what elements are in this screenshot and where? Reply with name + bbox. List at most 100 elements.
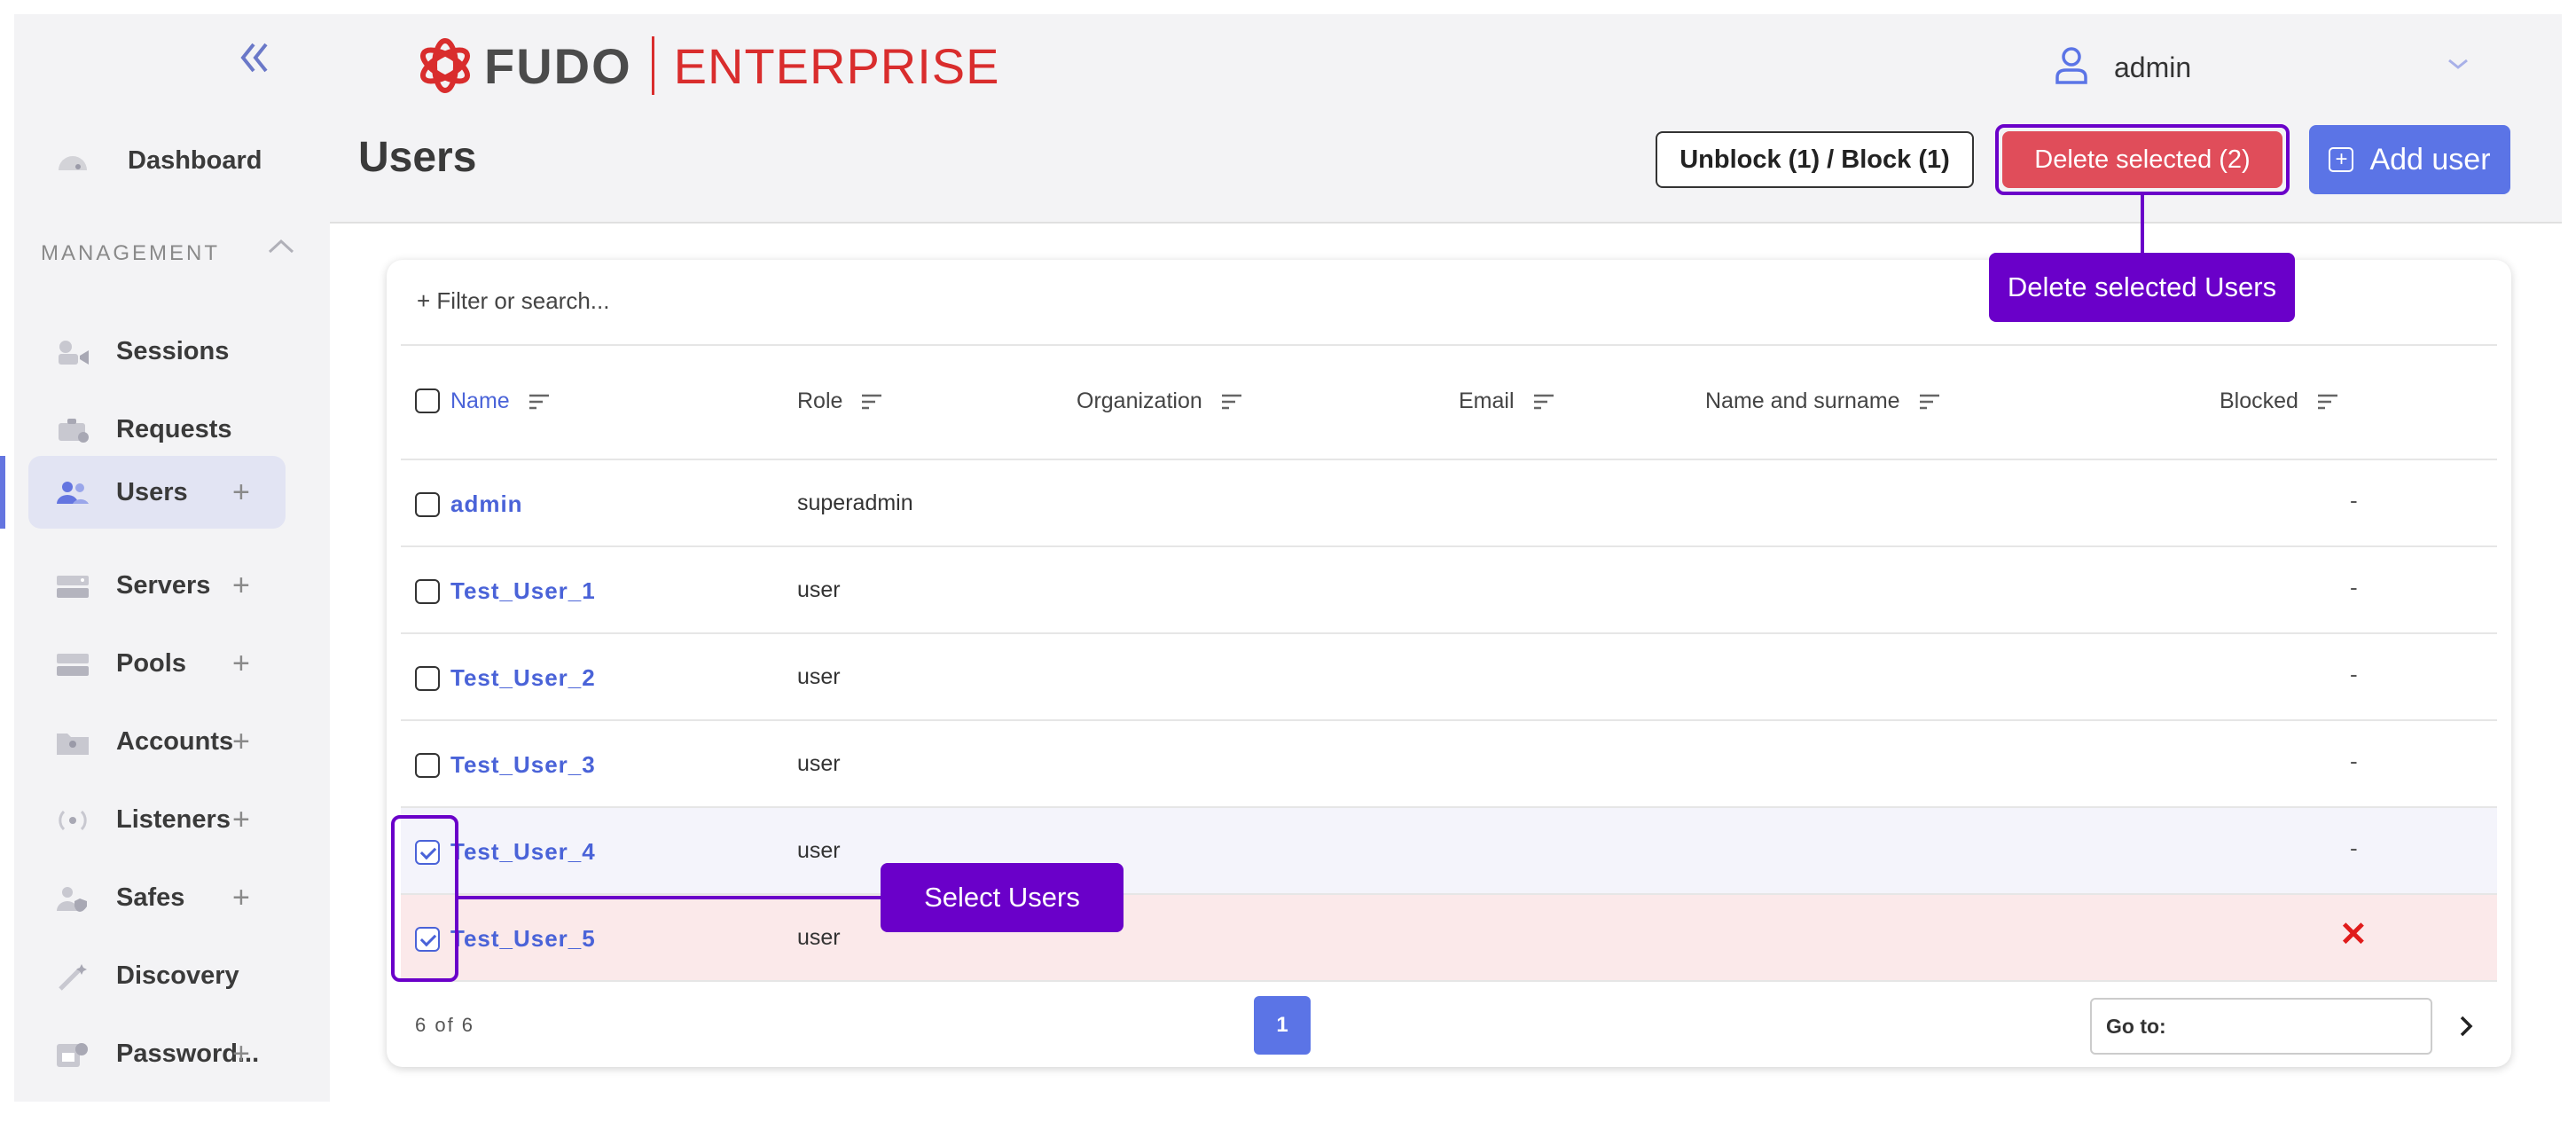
chevron-down-icon: [2446, 55, 2470, 77]
column-header-role[interactable]: Role: [797, 388, 883, 414]
table-row[interactable]: Test_User_2 user -: [401, 634, 2497, 721]
user-menu[interactable]: admin: [2054, 43, 2470, 92]
sidebar-item-pools[interactable]: Pools +: [28, 627, 286, 700]
unblock-block-button[interactable]: Unblock (1) / Block (1): [1656, 131, 1974, 188]
column-header-name-surname[interactable]: Name and surname: [1705, 388, 1941, 414]
username: admin: [2114, 51, 2192, 83]
select-all-checkbox[interactable]: [415, 388, 440, 413]
sidebar-item-label: Servers: [116, 570, 211, 600]
sort-icon: [862, 394, 882, 409]
user-name-link[interactable]: Test_User_5: [450, 925, 596, 953]
add-user-plus-icon[interactable]: +: [232, 475, 250, 510]
column-header-blocked[interactable]: Blocked: [2220, 388, 2339, 414]
row-checkbox[interactable]: [415, 492, 440, 517]
sidebar-item-discovery[interactable]: Discovery: [28, 939, 286, 1012]
sidebar-item-sessions[interactable]: Sessions: [28, 315, 286, 388]
user-name-link[interactable]: admin: [450, 490, 523, 518]
table-row[interactable]: admin superadmin -: [401, 460, 2497, 547]
row-checkbox[interactable]: [415, 579, 440, 604]
sidebar-item-label: Requests: [116, 414, 232, 443]
filter-search-input[interactable]: + Filter or search...: [417, 287, 609, 315]
sidebar-item-users[interactable]: Users +: [28, 456, 286, 529]
column-label: Name and surname: [1705, 388, 1900, 413]
sort-icon: [529, 394, 549, 409]
sidebar-item-label: Discovery: [116, 961, 239, 990]
sort-icon: [2317, 394, 2337, 409]
sidebar-item-label: Sessions: [116, 336, 230, 365]
table-row[interactable]: Test_User_1 user -: [401, 547, 2497, 634]
sidebar-item-dashboard[interactable]: Dashboard: [28, 124, 286, 197]
annotation-select-users: Select Users: [881, 863, 1124, 932]
discovery-icon: [55, 962, 90, 991]
add-user-button[interactable]: + Add user: [2309, 125, 2510, 194]
add-server-plus-icon[interactable]: +: [232, 569, 250, 603]
column-header-email[interactable]: Email: [1459, 388, 1555, 414]
blocked-status: -: [2350, 748, 2358, 774]
sidebar-item-label: Safes: [116, 883, 185, 912]
result-count: 6 of 6: [415, 1014, 475, 1036]
blocked-status: -: [2350, 835, 2358, 861]
sort-icon: [1533, 394, 1554, 409]
sidebar-item-label: Pools: [116, 648, 186, 678]
sessions-icon: [55, 338, 90, 366]
column-header-name[interactable]: Name: [450, 388, 551, 414]
sidebar-item-accounts[interactable]: Accounts +: [28, 705, 286, 778]
row-checkbox[interactable]: [415, 666, 440, 691]
table-row[interactable]: Test_User_3 user -: [401, 721, 2497, 808]
annotation-connector: [457, 896, 881, 899]
chevron-up-icon[interactable]: [266, 236, 296, 257]
pools-icon: [55, 650, 90, 679]
column-label: Email: [1459, 388, 1515, 413]
user-name-link[interactable]: Test_User_4: [450, 838, 596, 866]
sidebar-item-safes[interactable]: Safes +: [28, 861, 286, 934]
sort-icon: [1221, 394, 1241, 409]
user-name-link[interactable]: Test_User_1: [450, 577, 596, 605]
add-user-label: Add user: [2369, 142, 2491, 177]
sidebar-item-requests[interactable]: Requests: [28, 393, 286, 466]
blocked-x-icon: ✕: [2339, 916, 2368, 953]
page-title: Users: [358, 134, 477, 181]
row-checkbox[interactable]: [415, 753, 440, 778]
active-indicator: [0, 456, 5, 529]
divider: [401, 344, 2497, 346]
plus-square-icon: +: [2329, 147, 2354, 172]
chevron-right-icon[interactable]: [2451, 1007, 2481, 1046]
add-account-plus-icon[interactable]: +: [232, 725, 250, 759]
user-avatar-icon: [2054, 45, 2089, 90]
sidebar-item-password[interactable]: Password... +: [28, 1017, 286, 1090]
column-label: Name: [450, 388, 510, 413]
requests-icon: [55, 416, 90, 444]
user-name-link[interactable]: Test_User_2: [450, 664, 596, 692]
delete-highlight-frame: [1995, 124, 2290, 195]
sidebar-item-label: Accounts: [116, 726, 234, 756]
user-role: superadmin: [797, 490, 913, 515]
brand-name: FUDO: [484, 37, 632, 94]
fudo-logo-icon: [420, 38, 470, 93]
brand-logo: FUDO ENTERPRISE: [415, 34, 1000, 98]
users-icon: [55, 479, 90, 507]
user-role: user: [797, 838, 841, 863]
table-row[interactable]: Test_User_5 user ✕: [401, 895, 2497, 982]
dashboard-icon: [55, 147, 90, 176]
sidebar-item-label: Users: [116, 477, 188, 506]
add-safe-plus-icon[interactable]: +: [232, 881, 250, 915]
add-pool-plus-icon[interactable]: +: [232, 647, 250, 681]
sidebar-item-label: Dashboard: [128, 145, 262, 175]
table-row[interactable]: Test_User_4 user -: [401, 808, 2497, 895]
password-icon: [55, 1040, 90, 1069]
annotation-delete-users: Delete selected Users: [1989, 253, 2295, 322]
column-header-organization[interactable]: Organization: [1077, 388, 1243, 414]
sidebar-item-listeners[interactable]: Listeners +: [28, 783, 286, 856]
blocked-status: -: [2350, 487, 2358, 514]
page-1-button[interactable]: 1: [1254, 996, 1311, 1055]
user-role: user: [797, 577, 841, 602]
listeners-icon: [55, 806, 90, 835]
goto-page-input[interactable]: Go to:: [2090, 998, 2432, 1055]
annotation-connector: [2141, 195, 2144, 253]
user-name-link[interactable]: Test_User_3: [450, 751, 596, 779]
add-password-plus-icon[interactable]: +: [232, 1037, 250, 1071]
sidebar-item-servers[interactable]: Servers +: [28, 549, 286, 622]
collapse-sidebar-icon[interactable]: [227, 35, 280, 80]
safes-icon: [55, 884, 90, 913]
add-listener-plus-icon[interactable]: +: [232, 803, 250, 837]
